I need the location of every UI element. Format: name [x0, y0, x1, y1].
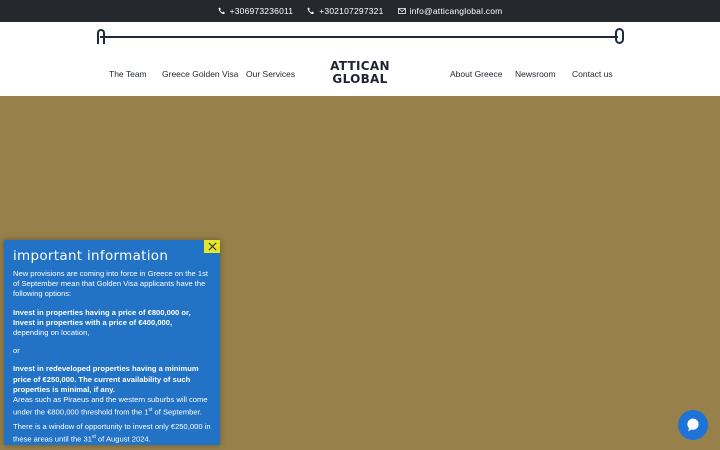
popup-window-text: There is a window of opportunity to inve… — [13, 422, 211, 445]
chat-widget-button[interactable] — [678, 410, 708, 440]
chat-icon — [687, 418, 699, 432]
rail-right-hook-decoration — [615, 28, 624, 44]
rail-left-hook-decoration — [97, 29, 105, 44]
popup-or: or — [13, 346, 20, 356]
email-icon — [397, 8, 406, 14]
phone-contact-2[interactable]: +302107297321 — [307, 6, 383, 16]
popup-close-button[interactable] — [204, 240, 220, 253]
important-information-popup: important information New provisions are… — [4, 240, 220, 445]
email-contact[interactable]: info@atticanglobal.com — [397, 6, 503, 16]
close-icon — [207, 242, 217, 251]
popup-option-2: Invest in redeveloped properties having … — [13, 364, 211, 418]
site-header: The Team Greece Golden Visa Our Services… — [0, 22, 720, 96]
areas-text-b: of September. — [152, 407, 202, 417]
logo-line-2: GLOBAL — [332, 72, 388, 86]
top-contact-bar: +306973236011 +302107297321 info@attican… — [0, 0, 720, 22]
nav-the-team[interactable]: The Team — [109, 69, 147, 79]
phone-number-2: +302107297321 — [319, 6, 384, 16]
email-address: info@atticanglobal.com — [409, 6, 503, 16]
popup-title: important information — [13, 248, 169, 264]
nav-about-greece[interactable]: About Greece — [450, 69, 502, 79]
option-1-line-a: Invest in properties having a price of €… — [13, 307, 191, 317]
popup-intro: New provisions are coming into force in … — [13, 269, 209, 299]
option-1-line-b: Invest in properties with a price of €40… — [13, 317, 173, 327]
window-text-b: of August 2024. — [95, 434, 151, 444]
option-1-line-c: depending on location, — [13, 328, 90, 338]
nav-our-services[interactable]: Our Services — [246, 69, 295, 79]
site-logo[interactable]: ATTICAN GLOBAL — [330, 60, 390, 86]
phone-icon — [218, 7, 225, 14]
nav-newsroom[interactable]: Newsroom — [515, 69, 556, 79]
option-2-text: Invest in redeveloped properties having … — [13, 364, 199, 394]
nav-contact-us[interactable]: Contact us — [572, 69, 613, 79]
phone-contact-1[interactable]: +306973236011 — [218, 6, 294, 16]
popup-option-1: Invest in properties having a price of €… — [13, 308, 211, 339]
nav-golden-visa[interactable]: Greece Golden Visa — [162, 69, 238, 79]
phone-icon — [307, 7, 315, 14]
phone-number-1: +306973236011 — [229, 6, 294, 16]
header-rail-decoration — [100, 36, 618, 38]
